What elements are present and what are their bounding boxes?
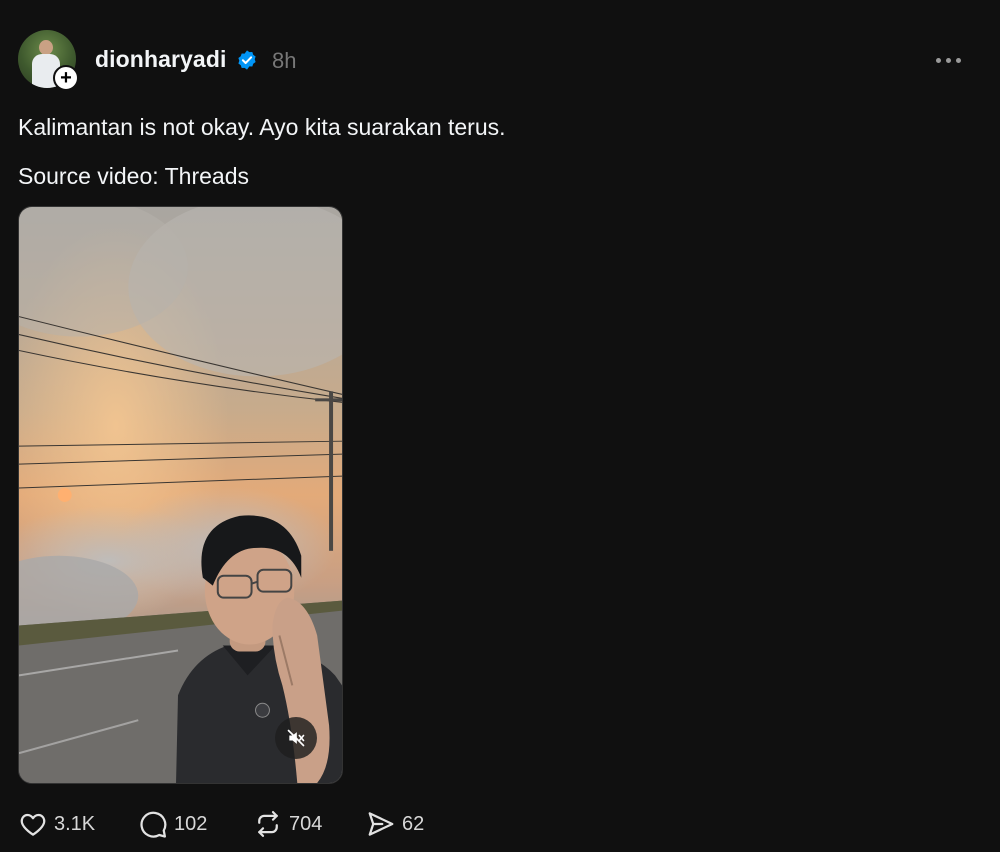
heart-icon bbox=[20, 813, 46, 836]
more-horizontal-icon[interactable] bbox=[936, 53, 966, 67]
speaker-muted-icon bbox=[287, 729, 305, 747]
like-button[interactable]: 3.1K bbox=[18, 809, 138, 839]
repost-icon bbox=[258, 811, 278, 837]
comment-icon bbox=[140, 811, 167, 838]
like-count: 3.1K bbox=[54, 812, 96, 835]
username[interactable]: dionharyadi bbox=[95, 46, 226, 73]
repost-count: 704 bbox=[289, 812, 323, 835]
repost-button[interactable]: 704 bbox=[253, 809, 366, 839]
post-source: Source video: Threads bbox=[18, 163, 249, 189]
action-bar: 3.1K 102 704 62 bbox=[18, 809, 424, 839]
post-caption: Kalimantan is not okay. Ayo kita suaraka… bbox=[18, 114, 506, 140]
author-avatar[interactable]: + bbox=[18, 30, 79, 91]
verified-badge-icon bbox=[238, 50, 256, 70]
post-time: 8h bbox=[272, 48, 297, 73]
mute-toggle-button[interactable] bbox=[275, 717, 317, 759]
video-frame bbox=[19, 207, 342, 783]
send-icon bbox=[368, 812, 394, 836]
share-count: 62 bbox=[402, 812, 425, 835]
share-button[interactable]: 62 bbox=[366, 809, 424, 839]
plus-icon[interactable]: + bbox=[53, 65, 79, 91]
reply-button[interactable]: 102 bbox=[138, 809, 253, 839]
video-player[interactable] bbox=[18, 206, 343, 784]
thread-post: + dionharyadi 8h Kalimantan is not okay.… bbox=[0, 0, 1000, 852]
reply-count: 102 bbox=[174, 812, 208, 835]
